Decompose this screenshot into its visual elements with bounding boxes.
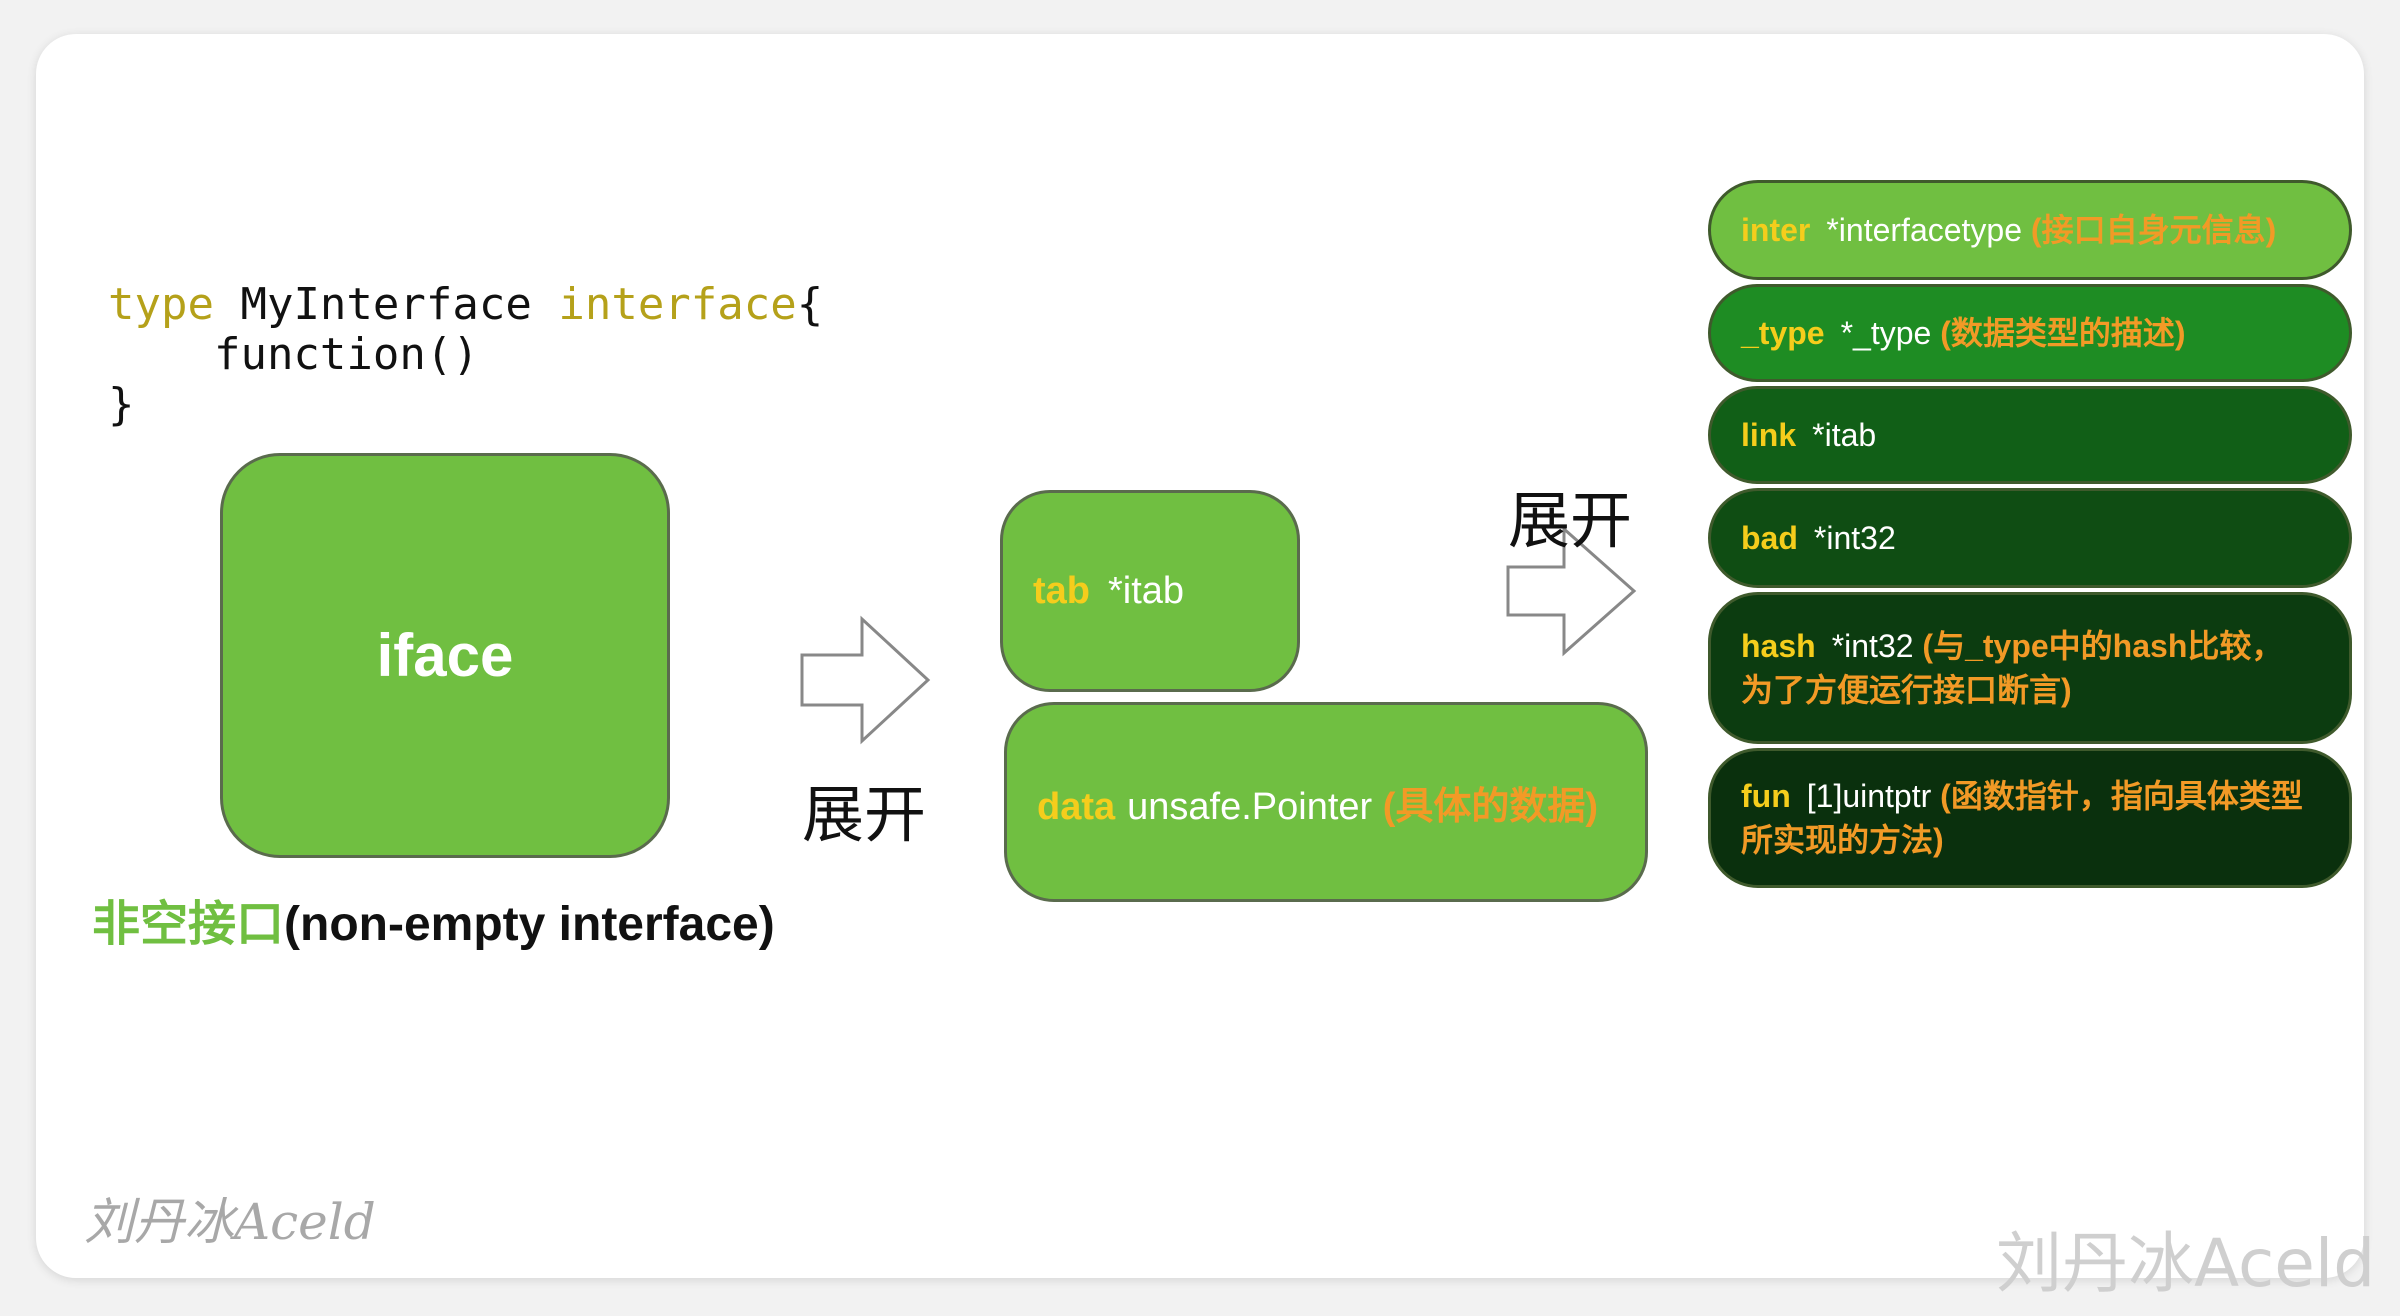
itab-field-type: *interfacetype [1826,212,2023,248]
itab-field-type: _type *_type (数据类型的描述) [1708,284,2352,382]
iface-caption-en: (non-empty interface) [284,898,775,951]
tab-field-name: tab [1033,569,1090,612]
itab-field-name: fun [1741,778,1791,814]
itab-field-type: *int32 [1813,520,1896,556]
data-field-type: unsafe.Pointer [1127,785,1373,828]
data-field: data unsafe.Pointer (具体的数据) [1037,775,1598,830]
code-interface-name: MyInterface [213,279,559,330]
expand-arrow-icon-1 [800,615,931,745]
itab-field-type: *_type [1840,315,1932,351]
itab-field-name: link [1741,417,1797,453]
itab-field-type: *itab [1812,417,1877,453]
itab-field-name: hash [1741,628,1816,664]
itab-field-note: (接口自身元信息) [2030,212,2277,248]
itab-field-note: (与_type中的hash比较，为了方便运行接口断言) [1741,628,2284,708]
iface-label: iface [376,622,514,689]
itab-field-type: [1]uintptr [1806,778,1932,814]
itab-field-name: inter [1741,212,1811,248]
code-brace-open: { [796,279,824,330]
watermark-right: 刘丹冰Aceld [1996,1225,2376,1302]
itab-field-inter: inter *interfacetype (接口自身元信息) [1708,180,2352,280]
data-field-box: data unsafe.Pointer (具体的数据) [1004,702,1648,902]
data-field-name: data [1037,785,1116,828]
data-field-note: (具体的数据) [1382,785,1599,828]
itab-field-bad: bad *int32 [1708,488,2352,588]
itab-field-link: link *itab [1708,386,2352,484]
itab-field-hash: hash *int32 (与_type中的hash比较，为了方便运行接口断言) [1708,592,2352,744]
itab-field-name: bad [1741,520,1798,556]
itab-field-type: *int32 [1831,628,1914,664]
code-method: function() [108,329,479,380]
iface-caption-cn: 非空接口 [92,898,285,951]
tab-field-box: tab *itab [1000,490,1300,692]
expand-label-2: 展开 [1508,484,1633,557]
go-code-snippet: type MyInterface interface{ function() } [108,280,823,430]
watermark-left: 刘丹冰Aceld [84,1193,376,1251]
itab-field-note: (数据类型的描述) [1940,315,2186,351]
itab-field-fun: fun [1]uintptr (函数指针，指向具体类型所实现的方法) [1708,748,2352,888]
itab-field-name: _type [1741,315,1825,351]
iface-box: iface [220,453,670,858]
expand-label-1: 展开 [802,778,927,851]
code-keyword-type: type [108,279,214,330]
code-brace-close: } [108,379,135,430]
tab-field: tab *itab [1033,570,1184,613]
code-keyword-interface: interface [558,279,797,330]
iface-caption: 非空接口(non-empty interface) [92,884,775,954]
tab-field-type: *itab [1108,569,1185,612]
